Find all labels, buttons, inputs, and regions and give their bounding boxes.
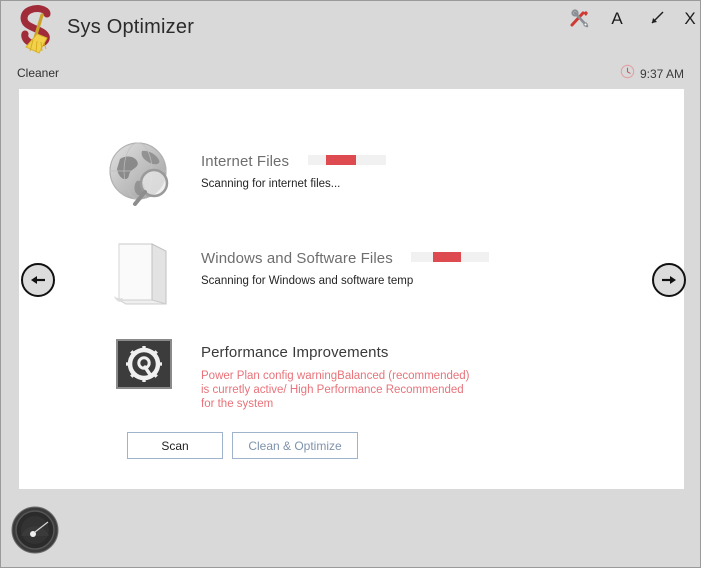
sub-header: Cleaner 9:37 AM bbox=[1, 59, 700, 89]
title-bar: Sys Optimizer A X bbox=[1, 1, 700, 59]
clock-status: 9:37 AM bbox=[620, 64, 684, 84]
section-windows-software-files: Windows and Software Files Scanning for … bbox=[19, 234, 684, 326]
progress-chunk bbox=[325, 154, 356, 165]
internet-files-title: Internet Files bbox=[201, 153, 290, 171]
section-internet-files: Internet Files Scanning for internet fil… bbox=[19, 137, 684, 229]
arrow-left-icon[interactable] bbox=[21, 263, 55, 297]
breadcrumb: Cleaner bbox=[17, 66, 60, 80]
arrow-right-icon[interactable] bbox=[652, 263, 686, 297]
internet-files-progress bbox=[307, 154, 386, 165]
tools-icon[interactable] bbox=[567, 6, 593, 32]
clock-time: 9:37 AM bbox=[639, 67, 684, 81]
close-icon[interactable]: X bbox=[677, 5, 700, 31]
app-title: Sys Optimizer bbox=[67, 16, 195, 38]
performance-title: Performance Improvements bbox=[201, 344, 389, 362]
close-label: X bbox=[684, 8, 696, 28]
font-size-label: A bbox=[611, 8, 623, 28]
windows-files-progress bbox=[411, 251, 490, 262]
windows-files-status: Scanning for Windows and software temp bbox=[201, 275, 414, 287]
performance-warning: Power Plan config warningBalanced (recom… bbox=[201, 370, 470, 410]
internet-files-status: Scanning for internet files... bbox=[201, 178, 341, 190]
sys-optimizer-window: Sys Optimizer A X Cleaner 9:37 AM Intern… bbox=[0, 0, 701, 568]
gear-settings-icon bbox=[116, 339, 172, 389]
globe-search-icon bbox=[104, 137, 179, 212]
windows-files-body: Windows and Software Files Scanning for … bbox=[201, 250, 641, 287]
content-panel: Internet Files Scanning for internet fil… bbox=[19, 89, 684, 489]
windows-files-title: Windows and Software Files bbox=[201, 250, 393, 268]
folder-icon bbox=[104, 234, 179, 309]
broom-s-logo-icon bbox=[13, 5, 65, 57]
speedometer-icon[interactable] bbox=[11, 506, 59, 554]
minimize-icon[interactable] bbox=[644, 5, 670, 31]
scan-button[interactable]: Scan bbox=[127, 432, 223, 459]
internet-files-body: Internet Files Scanning for internet fil… bbox=[201, 153, 641, 190]
clean-optimize-button[interactable]: Clean & Optimize bbox=[232, 432, 358, 459]
action-buttons: Scan Clean & Optimize bbox=[127, 432, 358, 459]
font-size-icon[interactable]: A bbox=[604, 5, 630, 31]
progress-chunk bbox=[433, 251, 462, 262]
performance-body: Performance Improvements Power Plan conf… bbox=[201, 344, 641, 411]
footer-bar: Live tuner and game booster Disabled Gam… bbox=[1, 489, 700, 567]
section-performance-improvements: Performance Improvements Power Plan conf… bbox=[19, 334, 684, 426]
clock-icon bbox=[620, 64, 635, 84]
